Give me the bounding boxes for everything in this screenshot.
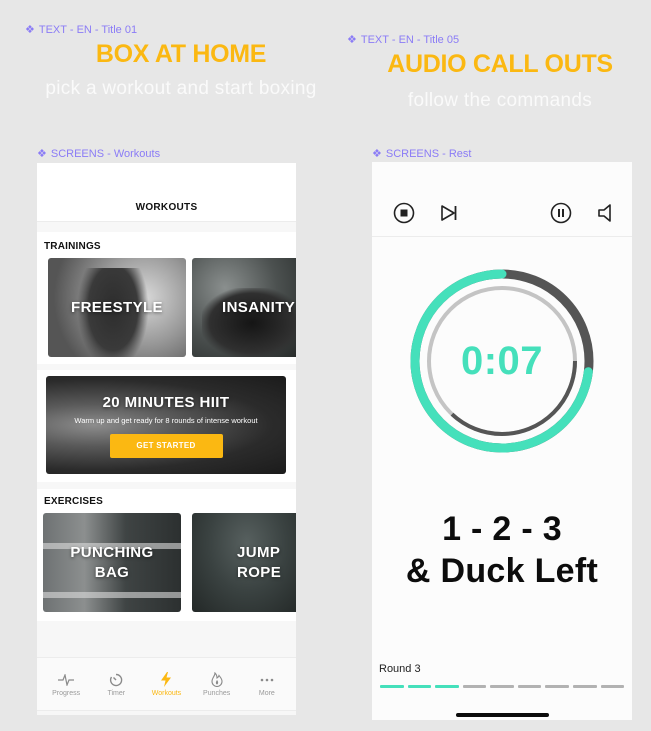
- pause-icon: [550, 202, 572, 224]
- workouts-screen: WORKOUTS TRAININGS FREESTYLE INSANITY 20…: [37, 163, 296, 715]
- annotation-title-05: ❖ TEXT - EN - Title 05: [347, 33, 460, 47]
- exercises-section: EXERCISES PUNCHING BAG JUMP ROPE: [37, 489, 296, 621]
- volume-icon: [598, 204, 611, 222]
- annotation-screens-rest: ❖ SCREENS - Rest: [372, 147, 472, 161]
- tab-label: Timer: [107, 689, 126, 697]
- page-title: WORKOUTS: [135, 202, 198, 213]
- exercise-card-jump-rope[interactable]: JUMP ROPE: [192, 513, 296, 612]
- pause-button[interactable]: [550, 202, 572, 224]
- callout-line-2: & Duck Left: [405, 552, 599, 590]
- get-started-button[interactable]: GET STARTED: [109, 433, 223, 458]
- section-title-exercises: EXERCISES: [44, 496, 104, 507]
- featured-title: 20 MINUTES HIIT: [102, 393, 230, 411]
- volume-button[interactable]: [594, 202, 616, 224]
- trainings-section: TRAININGS FREESTYLE INSANITY: [37, 232, 296, 364]
- exercise-card-label-line2: BAG: [94, 563, 130, 581]
- featured-description: Warm up and get ready for 8 rounds of in…: [74, 415, 258, 425]
- round-segment: [490, 685, 514, 688]
- tab-more[interactable]: More: [242, 658, 292, 710]
- training-card-label: INSANITY: [222, 298, 296, 316]
- annotation-title-01: ❖ TEXT - EN - Title 01: [25, 23, 138, 37]
- exercise-card-label-line1: JUMP: [237, 543, 281, 561]
- round-segment: [380, 685, 404, 688]
- left-subtitle: pick a workout and start boxing: [45, 78, 317, 99]
- more-dots-icon: [260, 672, 274, 688]
- round-segment: [545, 685, 569, 688]
- round-segment: [517, 685, 542, 688]
- round-segment: [435, 685, 459, 688]
- countdown-timer: 0:07: [408, 267, 596, 455]
- component-diamond-icon: ❖: [25, 24, 35, 36]
- annotation-screens-workouts: ❖ SCREENS - Workouts: [37, 147, 161, 161]
- component-diamond-icon: ❖: [347, 34, 357, 46]
- round-segment: [572, 685, 597, 688]
- left-title: BOX AT HOME: [95, 40, 267, 68]
- round-progress-bar: [380, 685, 625, 688]
- round-segment: [600, 685, 625, 688]
- rest-screen: 0:07 1 - 2 - 3 & Duck Left Round 3: [372, 162, 632, 720]
- annotation-label: TEXT - EN - Title 05: [360, 33, 460, 46]
- player-controls: [372, 162, 632, 237]
- skip-button[interactable]: [438, 202, 460, 224]
- exercise-card-punching-bag[interactable]: PUNCHING BAG: [43, 513, 181, 612]
- exercise-card-label-line2: ROPE: [237, 563, 282, 581]
- skip-icon: [441, 205, 457, 221]
- annotation-label: TEXT - EN - Title 01: [38, 23, 138, 36]
- timer-icon: [109, 672, 123, 688]
- training-card-freestyle[interactable]: FREESTYLE: [48, 258, 186, 357]
- exercise-card-label-line1: PUNCHING: [70, 543, 154, 561]
- workouts-header: WORKOUTS: [37, 163, 296, 222]
- featured-section: 20 MINUTES HIIT Warm up and get ready fo…: [37, 370, 296, 482]
- flame-icon: [211, 672, 223, 688]
- tab-workouts[interactable]: Workouts: [141, 658, 191, 710]
- home-indicator[interactable]: [456, 713, 549, 717]
- component-diamond-icon: ❖: [37, 148, 47, 160]
- section-title-trainings: TRAININGS: [44, 241, 101, 252]
- annotation-label: SCREENS - Rest: [385, 147, 472, 160]
- pulse-icon: [58, 672, 75, 688]
- timer-value: 0:07: [460, 339, 544, 383]
- round-label: Round 3: [379, 663, 421, 675]
- tab-bar: Progress Timer Workouts Punches More: [37, 657, 296, 711]
- audio-callout: 1 - 2 - 3 & Duck Left: [372, 508, 632, 592]
- round-segment: [462, 685, 487, 688]
- right-title: AUDIO CALL OUTS: [387, 50, 613, 78]
- round-segment: [407, 685, 432, 688]
- annotation-label: SCREENS - Workouts: [50, 147, 161, 160]
- tab-label: Workouts: [151, 689, 182, 697]
- stop-icon: [393, 202, 415, 224]
- stop-button[interactable]: [393, 202, 415, 224]
- right-subtitle: follow the commands: [407, 90, 593, 111]
- tab-label: More: [258, 689, 275, 697]
- training-card-label: FREESTYLE: [71, 298, 163, 316]
- tab-label: Progress: [52, 689, 81, 697]
- callout-line-1: 1 - 2 - 3: [442, 510, 562, 548]
- featured-workout-card[interactable]: 20 MINUTES HIIT Warm up and get ready fo…: [46, 376, 286, 474]
- tab-label: Punches: [203, 689, 231, 697]
- training-card-insanity[interactable]: INSANITY: [192, 258, 296, 357]
- tab-punches[interactable]: Punches: [192, 658, 242, 710]
- lightning-icon: [161, 672, 172, 688]
- tab-timer[interactable]: Timer: [91, 658, 141, 710]
- tab-progress[interactable]: Progress: [41, 658, 91, 710]
- component-diamond-icon: ❖: [372, 148, 382, 160]
